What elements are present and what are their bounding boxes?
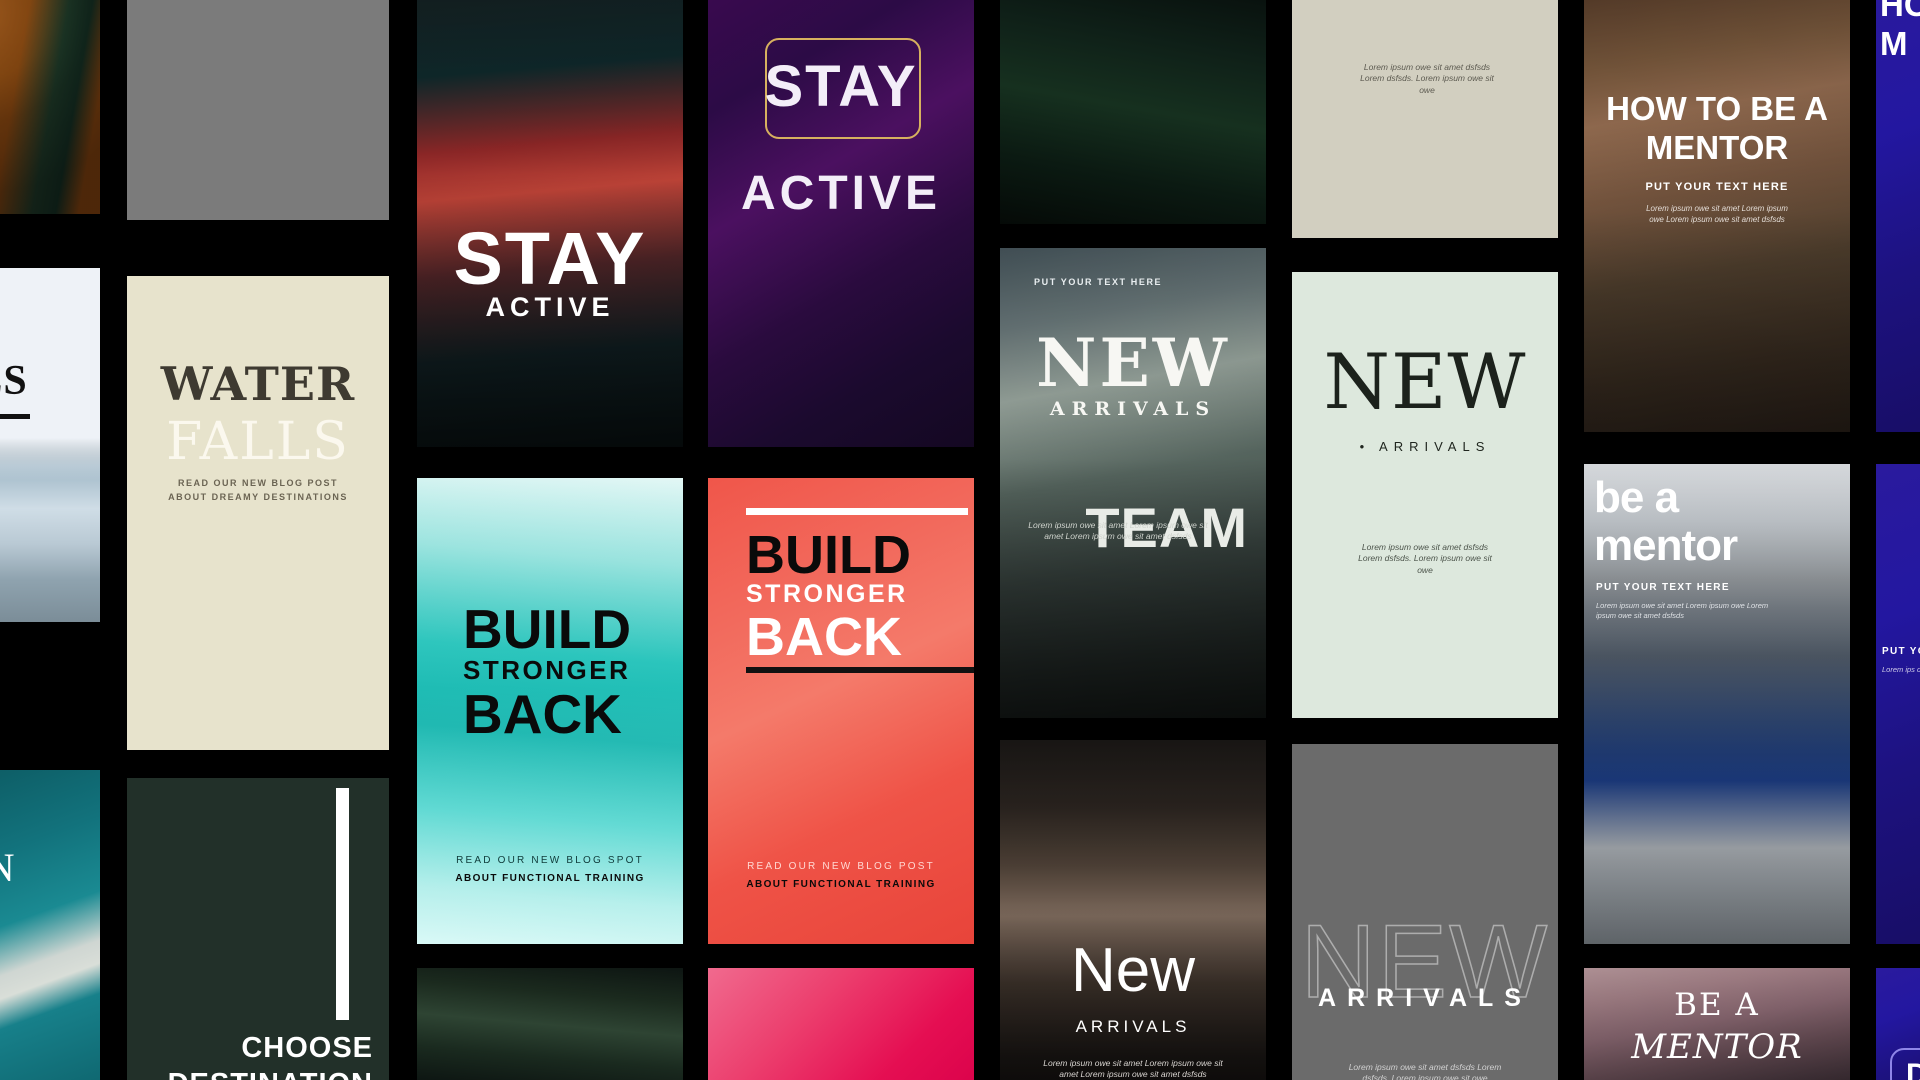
waterfalls-title-line1: WATER: [160, 357, 356, 411]
indigo-mid-eyebrow: PUT YO: [1882, 646, 1920, 657]
photo-vignette: [1000, 248, 1266, 718]
stay-photo-sub: ACTIVE: [485, 292, 615, 322]
card-build-teal[interactable]: BUILD STRONGER BACK READ OUR NEW BLOG SP…: [417, 478, 683, 944]
new-woman-sub: ARRIVALS: [1075, 1017, 1191, 1036]
top-rule: [746, 508, 968, 515]
card-waterfalls-beige[interactable]: WATER FALLS READ OUR NEW BLOG POST ABOUT…: [127, 276, 389, 750]
card-indigo-mid[interactable]: PUT YO Lorem ips dsfsds, Lo: [1876, 464, 1920, 944]
card-shop-dark-top[interactable]: [1000, 0, 1266, 224]
stay-photo-title: STAY: [453, 217, 647, 300]
be-a-mentor-serif-line2: MENTOR: [1631, 1027, 1803, 1067]
card-stay-purple[interactable]: STAY ACTIVE: [708, 0, 974, 447]
how-to-mentor-lorem: Lorem ipsum owe sit amet Lorem ipsum owe…: [1646, 204, 1788, 224]
new-arrivals-title: NEW: [1036, 324, 1230, 402]
waterfalls-sub-line1: READ OUR NEW BLOG POST: [177, 478, 338, 488]
build-red-line1: BUILD: [746, 525, 911, 585]
build-teal-line1: BUILD: [463, 598, 632, 660]
card-indigo-top[interactable]: HO M: [1876, 0, 1920, 432]
template-gallery-grid: ALLS R POST NATIONS TION IONS WATER FALL…: [0, 0, 1920, 1080]
how-to-mentor-line1: HOW TO BE A: [1606, 90, 1828, 127]
build-red-line2: STRONGER: [746, 580, 908, 608]
how-to-mentor-line2: MENTOR: [1645, 129, 1789, 166]
card-new-mint[interactable]: NEW • ARRIVALS Lorem ipsum owe sit amet …: [1292, 272, 1558, 718]
be-a-mentor-lorem: Lorem ipsum owe sit amet Lorem ipsum owe…: [1596, 601, 1769, 621]
dark-gym-image: [417, 968, 683, 1080]
card-stay-photo[interactable]: STAY ACTIVE: [417, 0, 683, 447]
grey-placeholder-fill: [127, 0, 389, 220]
build-teal-footer2: ABOUT FUNCTIONAL TRAINING: [455, 873, 645, 884]
build-red-line3: BACK: [746, 607, 902, 667]
be-a-mentor-line2: mentor: [1594, 521, 1738, 570]
card-grey-placeholder[interactable]: [127, 0, 389, 220]
new-mint-title: NEW: [1323, 337, 1527, 426]
photo-top-wash: [0, 268, 100, 622]
new-arrivals-sub: ARRIVALS: [1049, 398, 1217, 420]
new-arrivals-eyebrow: PUT YOUR TEXT HERE: [1034, 277, 1163, 287]
be-a-mentor-eyebrow: PUT YOUR TEXT HERE: [1596, 582, 1730, 593]
choose-destination-line2: DESTINATION: [168, 1070, 373, 1080]
card-choose-destination[interactable]: CHOOSE DESTINATION: [127, 778, 389, 1080]
card-build-red[interactable]: BUILD STRONGER BACK READ OUR NEW BLOG PO…: [708, 478, 974, 944]
canyon-river-image: [0, 0, 100, 214]
build-teal-line3: BACK: [463, 683, 622, 745]
card-waterfalls-photo[interactable]: ALLS R POST NATIONS: [0, 268, 100, 622]
stay-purple-sub: ACTIVE: [740, 167, 941, 220]
card-new-arrivals-photo[interactable]: PUT YOUR TEXT HERE NEW ARRIVALS: [1000, 248, 1266, 718]
bottom-rule: [746, 667, 974, 673]
card-pink-bottom[interactable]: [708, 968, 974, 1080]
card-how-to-mentor[interactable]: HOW TO BE A MENTOR PUT YOUR TEXT HERE Lo…: [1584, 0, 1850, 432]
pink-gradient-fill: [708, 968, 974, 1080]
choose-destination-line1: CHOOSE: [241, 1032, 373, 1064]
dark-shop-image: [1000, 0, 1266, 224]
waterfalls-sub-line2: ABOUT DREAMY DESTINATIONS: [168, 492, 348, 502]
arrivals-grey-lorem: Lorem ipsum owe sit amet dsfsds Lorem ds…: [1348, 1062, 1502, 1080]
card-be-a-mentor[interactable]: be a mentor PUT YOUR TEXT HERE Lorem ips…: [1584, 464, 1850, 944]
new-woman-lorem: Lorem ipsum owe sit amet Lorem ipsum owe…: [1043, 1058, 1223, 1080]
how-to-mentor-eyebrow: PUT YOUR TEXT HERE: [1645, 181, 1789, 193]
sand-lorem-text: Lorem ipsum owe sit amet dsfsds Lorem ds…: [1360, 62, 1494, 95]
card-destination-photo[interactable]: TION IONS: [0, 770, 100, 1080]
waterfalls-title-line2: FALLS: [166, 412, 350, 472]
indigo-bottom-title: D: [1906, 1058, 1920, 1080]
indigo-mid-lorem: Lorem ips dsfsds, Lo: [1882, 665, 1920, 674]
card-new-woman[interactable]: New ARRIVALS Lorem ipsum owe sit amet Lo…: [1000, 740, 1266, 1080]
new-mint-lorem: Lorem ipsum owe sit amet dsfsds Lorem ds…: [1358, 542, 1492, 575]
card-arrivals-grey[interactable]: NEW ARRIVALS Lorem ipsum owe sit amet ds…: [1292, 744, 1558, 1080]
be-a-mentor-serif-line1: BE A: [1674, 987, 1760, 1023]
arrivals-grey-title: ARRIVALS: [1318, 984, 1532, 1012]
new-mint-sub: • ARRIVALS: [1359, 439, 1491, 454]
card-sand-lorem[interactable]: Lorem ipsum owe sit amet dsfsds Lorem ds…: [1292, 0, 1558, 238]
build-red-footer2: ABOUT FUNCTIONAL TRAINING: [746, 879, 936, 890]
title-underline: [0, 414, 30, 419]
indigo-top-line1: HO: [1880, 0, 1920, 23]
card-canyon-photo[interactable]: [0, 0, 100, 214]
card-gym-dark-bottom[interactable]: [417, 968, 683, 1080]
be-a-mentor-line1: be a: [1594, 473, 1679, 522]
build-red-footer1: READ OUR NEW BLOG POST: [747, 861, 935, 872]
build-teal-line2: STRONGER: [463, 655, 631, 685]
card-indigo-bottom[interactable]: D: [1876, 968, 1920, 1080]
stay-purple-title: STAY: [764, 54, 918, 119]
waterfalls-photo-title: ALLS: [0, 358, 28, 404]
destination-photo-title: TION: [0, 845, 16, 890]
pool-image: [0, 770, 100, 1080]
vertical-accent-bar: [336, 788, 349, 1020]
new-woman-title: New: [1070, 936, 1196, 1005]
build-teal-footer1: READ OUR NEW BLOG SPOT: [456, 855, 644, 866]
indigo-top-line2: M: [1880, 25, 1908, 62]
card-be-a-mentor-serif[interactable]: BE A MENTOR PUT YOUR TEXT HERE: [1584, 968, 1850, 1080]
